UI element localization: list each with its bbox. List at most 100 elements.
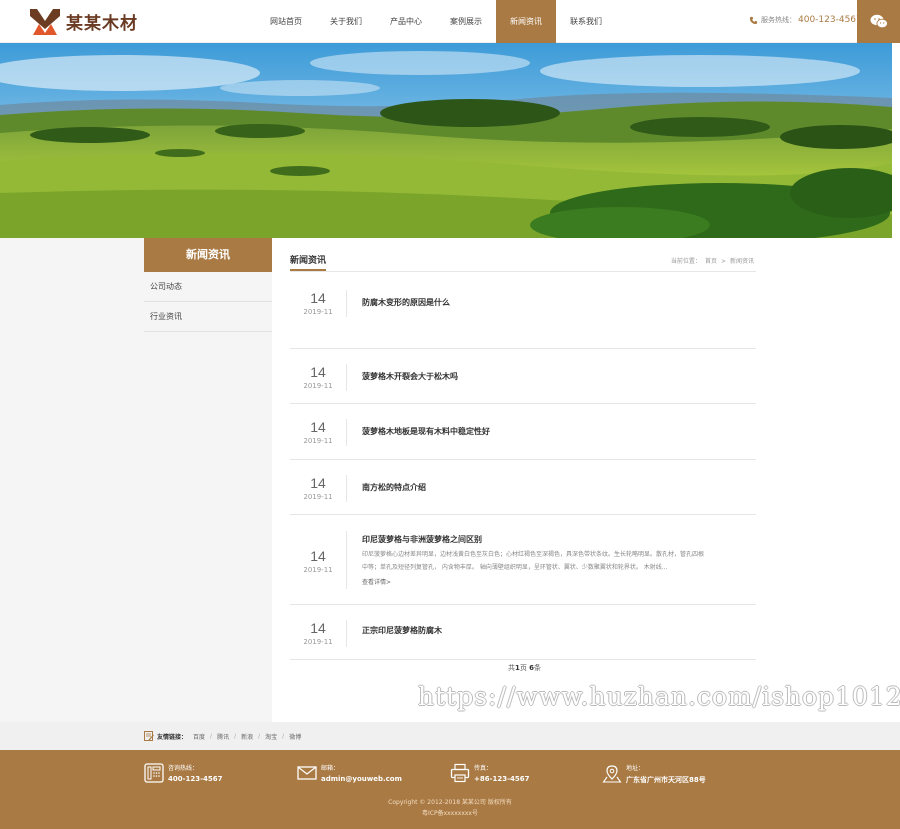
news-day: 14 bbox=[310, 620, 326, 636]
news-year-month: 2019-11 bbox=[303, 638, 333, 646]
news-title[interactable]: 南方松的特点介绍 bbox=[362, 482, 426, 493]
link-separator: / bbox=[234, 732, 237, 740]
mail-icon bbox=[297, 766, 317, 780]
news-date: 14 2019-11 bbox=[290, 419, 346, 445]
footer-fax: 传真： +86-123-4567 bbox=[450, 763, 530, 783]
nav-home[interactable]: 网站首页 bbox=[256, 0, 316, 43]
icp-number[interactable]: 粤ICP备xxxxxxxx号 bbox=[0, 808, 900, 819]
news-day: 14 bbox=[310, 548, 326, 564]
news-date: 14 2019-11 bbox=[290, 364, 346, 390]
hotline-label: 服务热线： bbox=[761, 16, 796, 24]
link-separator: / bbox=[258, 732, 261, 740]
pagination-summary: 共1页 6条 bbox=[508, 663, 541, 673]
news-year-month: 2019-11 bbox=[303, 566, 333, 574]
site-header: 某某木材 网站首页 关于我们 产品中心 案例展示 新闻资讯 联系我们 服务热线：… bbox=[0, 0, 900, 43]
nav-news[interactable]: 新闻资讯 bbox=[496, 0, 556, 43]
news-title[interactable]: 防腐木变形的原因是什么 bbox=[362, 297, 450, 308]
brand-name: 某某木材 bbox=[66, 13, 138, 34]
news-date: 14 2019-11 bbox=[290, 290, 346, 316]
main-header: 新闻资讯 当前位置： 首页 > 新闻资讯 bbox=[290, 238, 756, 272]
friend-link[interactable]: 淘宝 bbox=[265, 732, 277, 741]
friend-links-bar: 友情链接： 百度 / 腾讯 / 新浪 / 淘宝 / 微博 bbox=[0, 722, 900, 750]
read-more-link[interactable]: 查看详情> bbox=[362, 577, 391, 586]
news-year-month: 2019-11 bbox=[303, 493, 333, 501]
news-divider bbox=[346, 620, 347, 647]
footer-hotline: 咨询热线： 400-123-4567 bbox=[144, 763, 223, 783]
nav-products[interactable]: 产品中心 bbox=[376, 0, 436, 43]
breadcrumb-separator: > bbox=[720, 258, 726, 265]
pager-prefix: 共 bbox=[508, 664, 515, 672]
news-title[interactable]: 菠萝格木开裂会大于松木吗 bbox=[362, 371, 458, 382]
site-footer: 咨询热线： 400-123-4567 邮箱： admin@youweb.com … bbox=[0, 750, 900, 829]
phone-icon bbox=[749, 16, 758, 24]
hero-banner bbox=[0, 43, 892, 238]
news-divider bbox=[346, 364, 347, 391]
footer-address-value: 广东省广州市天河区88号 bbox=[626, 776, 706, 784]
footer-hotline-label: 咨询热线： bbox=[168, 765, 199, 772]
wechat-icon bbox=[870, 14, 888, 29]
news-title[interactable]: 正宗印尼菠萝格防腐木 bbox=[362, 625, 442, 636]
news-item[interactable]: 14 2019-11 防腐木变形的原因是什么 bbox=[290, 290, 756, 349]
news-year-month: 2019-11 bbox=[303, 437, 333, 445]
footer-fax-value: +86-123-4567 bbox=[474, 775, 530, 783]
news-item[interactable]: 14 2019-11 菠萝格木地板是现有木料中稳定性好 bbox=[290, 404, 756, 460]
news-divider bbox=[346, 475, 347, 502]
news-item[interactable]: 14 2019-11 南方松的特点介绍 bbox=[290, 460, 756, 515]
breadcrumb-current[interactable]: 新闻资讯 bbox=[730, 258, 754, 265]
friend-link[interactable]: 微博 bbox=[289, 732, 301, 741]
news-date: 14 2019-11 bbox=[290, 475, 346, 501]
friend-link[interactable]: 百度 bbox=[193, 732, 205, 741]
footer-address-label: 地址： bbox=[626, 765, 645, 772]
footer-email-value[interactable]: admin@youweb.com bbox=[321, 775, 402, 783]
news-description-line: 印尼菠萝格心边材差异明显，边材浅黄白色至灰白色；心材红褐色至深褐色，具深色带状条… bbox=[362, 551, 705, 558]
header-hotline: 服务热线： 400-123-4567 bbox=[749, 15, 862, 25]
link-separator: / bbox=[282, 732, 285, 740]
news-day: 14 bbox=[310, 290, 326, 306]
hotline-number: 400-123-4567 bbox=[798, 15, 862, 25]
breadcrumb: 当前位置： 首页 > 新闻资讯 bbox=[669, 256, 756, 265]
news-day: 14 bbox=[310, 419, 326, 435]
breadcrumb-home[interactable]: 首页 bbox=[705, 258, 717, 265]
main-nav: 网站首页 关于我们 产品中心 案例展示 新闻资讯 联系我们 bbox=[256, 0, 616, 43]
logo[interactable]: 某某木材 bbox=[30, 7, 138, 35]
friend-link[interactable]: 腾讯 bbox=[217, 732, 229, 741]
wechat-button[interactable] bbox=[857, 0, 900, 43]
friend-links: 友情链接： 百度 / 腾讯 / 新浪 / 淘宝 / 微博 bbox=[144, 731, 301, 741]
pager-mid: 页 bbox=[519, 664, 527, 672]
friend-link[interactable]: 新浪 bbox=[241, 732, 253, 741]
breadcrumb-prefix: 当前位置： bbox=[670, 258, 701, 265]
news-date: 14 2019-11 bbox=[290, 548, 346, 574]
sidebar: 新闻资讯 公司动态 行业资讯 bbox=[144, 238, 272, 332]
sidebar-item-company-news[interactable]: 公司动态 bbox=[144, 272, 272, 302]
news-item[interactable]: 14 2019-11 正宗印尼菠萝格防腐木 bbox=[290, 605, 756, 660]
friend-links-label: 友情链接： bbox=[157, 733, 188, 741]
nav-cases[interactable]: 案例展示 bbox=[436, 0, 496, 43]
nav-contact[interactable]: 联系我们 bbox=[556, 0, 616, 43]
link-separator: / bbox=[210, 732, 213, 740]
news-date: 14 2019-11 bbox=[290, 620, 346, 646]
news-item[interactable]: 14 2019-11 印尼菠萝格与非洲菠萝格之间区别 印尼菠萝格心边材差异明显，… bbox=[290, 515, 756, 605]
news-day: 14 bbox=[310, 364, 326, 380]
news-divider bbox=[346, 419, 347, 446]
footer-email: 邮箱： admin@youweb.com bbox=[297, 763, 402, 783]
news-year-month: 2019-11 bbox=[303, 382, 333, 390]
location-icon bbox=[602, 765, 622, 783]
news-divider bbox=[346, 531, 347, 589]
main-content: 新闻资讯 当前位置： 首页 > 新闻资讯 14 2019-11 防腐木变形的原因是什么… bbox=[290, 238, 756, 660]
logo-mark-icon bbox=[30, 9, 60, 35]
news-title[interactable]: 印尼菠萝格与非洲菠萝格之间区别 bbox=[362, 534, 482, 545]
copyright-text: Copyright © 2012-2018 某某公司 版权所有 bbox=[388, 799, 512, 806]
copyright: Copyright © 2012-2018 某某公司 版权所有 粤ICP备xxx… bbox=[0, 797, 900, 819]
footer-fax-label: 传真： bbox=[474, 765, 493, 772]
news-title[interactable]: 菠萝格木地板是现有木料中稳定性好 bbox=[362, 426, 490, 437]
footer-email-label: 邮箱： bbox=[321, 765, 340, 772]
news-description: 印尼菠萝格心边材差异明显，边材浅黄白色至灰白色；心材红褐色至深褐色，具深色带状条… bbox=[362, 548, 758, 574]
news-item[interactable]: 14 2019-11 菠萝格木开裂会大于松木吗 bbox=[290, 349, 756, 404]
page-title: 新闻资讯 bbox=[290, 253, 327, 271]
pager-suffix: 条 bbox=[533, 664, 541, 672]
news-year-month: 2019-11 bbox=[303, 308, 333, 316]
nav-about[interactable]: 关于我们 bbox=[316, 0, 376, 43]
links-icon bbox=[144, 731, 154, 741]
sidebar-item-industry-news[interactable]: 行业资讯 bbox=[144, 302, 272, 332]
footer-address: 地址： 广东省广州市天河区88号 bbox=[602, 763, 706, 785]
